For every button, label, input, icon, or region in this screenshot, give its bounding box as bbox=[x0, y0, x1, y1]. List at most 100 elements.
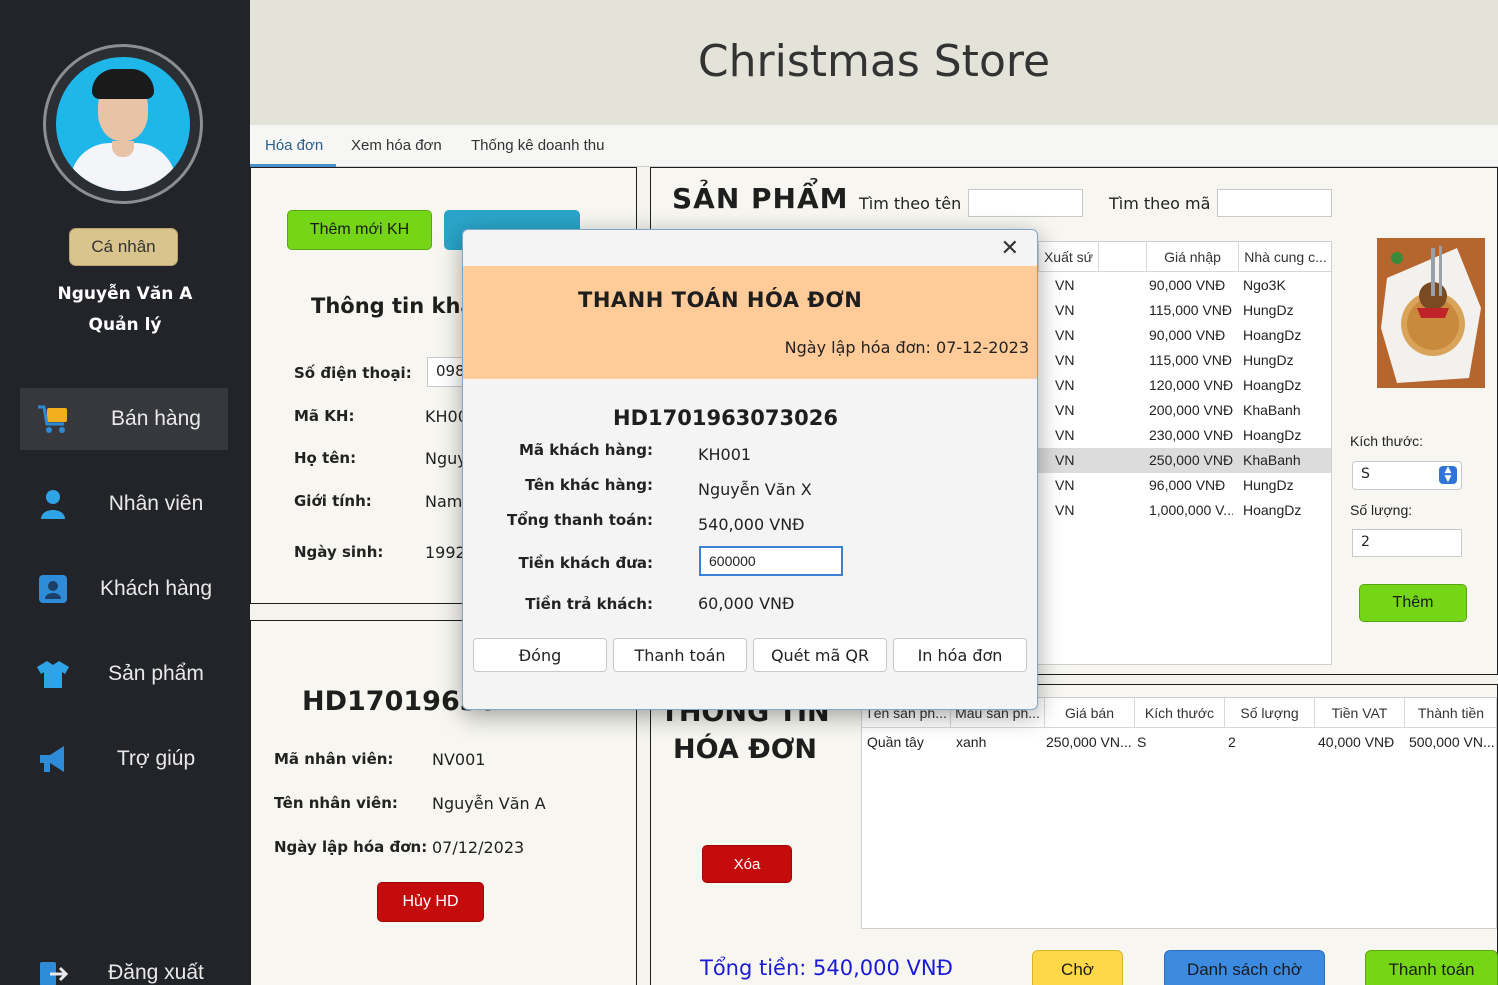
add-product-button[interactable]: Thêm bbox=[1359, 584, 1467, 622]
column-header[interactable]: Giá bán bbox=[1045, 698, 1135, 728]
customer-id-label: Mã KH: bbox=[294, 407, 355, 425]
employee-name-label: Tên nhân viên: bbox=[274, 794, 398, 812]
logout-icon bbox=[40, 962, 69, 985]
sidebar-item-employees[interactable]: Nhân viên bbox=[20, 473, 228, 535]
column-header[interactable]: Thành tiền bbox=[1405, 698, 1496, 728]
sidebar-item-customers[interactable]: Khách hàng bbox=[20, 558, 228, 620]
cell-supplier: KhaBanh bbox=[1243, 452, 1301, 468]
cell-sale-price: 250,000 VN... bbox=[1046, 734, 1132, 750]
shirt-icon bbox=[37, 661, 69, 688]
cell-supplier: HoangDz bbox=[1243, 377, 1302, 393]
print-invoice-button[interactable]: In hóa đơn bbox=[893, 638, 1027, 672]
contact-card-icon bbox=[39, 575, 67, 603]
cart-icon bbox=[38, 405, 67, 433]
column-header[interactable]: Giá nhập bbox=[1147, 242, 1239, 272]
checkout-button[interactable]: Thanh toán bbox=[1365, 950, 1498, 985]
quantity-field[interactable]: 2 bbox=[1352, 529, 1462, 557]
dialog-title: THANH TOÁN HÓA ĐƠN bbox=[578, 288, 863, 312]
sidebar-item-sales[interactable]: Bán hàng bbox=[20, 388, 228, 450]
user-role: Quản lý bbox=[88, 315, 162, 335]
employee-id-label: Mã nhân viên: bbox=[274, 750, 394, 768]
cell-color: xanh bbox=[956, 734, 987, 750]
customer-id-label: Mã khách hàng: bbox=[518, 441, 653, 459]
tab-view-invoices[interactable]: Xem hóa đơn bbox=[351, 137, 442, 154]
cash-given-input[interactable]: 600000 bbox=[699, 546, 843, 576]
add-customer-button[interactable]: Thêm mới KH bbox=[287, 210, 432, 250]
dob-label: Ngày sinh: bbox=[294, 543, 384, 561]
column-header[interactable]: Kích thước bbox=[1135, 698, 1225, 728]
column-header[interactable]: Xuất sứ bbox=[1039, 242, 1099, 272]
column-header[interactable]: Nhà cung c... bbox=[1239, 242, 1331, 272]
cell-origin: VN bbox=[1055, 352, 1075, 368]
change-value: 60,000 VNĐ bbox=[698, 594, 795, 613]
products-heading: SẢN PHẨM bbox=[672, 182, 849, 215]
search-code-input[interactable] bbox=[1217, 189, 1332, 217]
sidebar-item-label: Sản phẩm bbox=[108, 662, 204, 685]
gender-value: Nam bbox=[425, 492, 463, 511]
cell-product-name: Quần tây bbox=[867, 734, 924, 750]
hold-button[interactable]: Chờ bbox=[1032, 950, 1123, 985]
column-header[interactable] bbox=[1099, 242, 1147, 272]
cell-supplier: Ngo3K bbox=[1243, 277, 1286, 293]
sidebar-item-products[interactable]: Sản phẩm bbox=[20, 643, 228, 705]
cell-supplier: HungDz bbox=[1243, 352, 1294, 368]
cell-supplier: HoangDz bbox=[1243, 502, 1302, 518]
page-title: Christmas Store bbox=[697, 36, 1051, 87]
dialog-invoice-number: HD1701963073026 bbox=[613, 406, 838, 430]
scan-qr-button[interactable]: Quét mã QR bbox=[753, 638, 887, 672]
tab-invoice[interactable]: Hóa đơn bbox=[265, 137, 323, 154]
cell-price: 120,000 VNĐ bbox=[1149, 377, 1234, 393]
product-image bbox=[1377, 238, 1485, 388]
total-payment-value: 540,000 VNĐ bbox=[698, 515, 805, 534]
size-value: S bbox=[1361, 466, 1370, 482]
pay-button[interactable]: Thanh toán bbox=[613, 638, 747, 672]
cell-price: 115,000 VNĐ bbox=[1149, 352, 1233, 368]
cell-vat: 40,000 VNĐ bbox=[1318, 734, 1395, 750]
column-header[interactable]: Tiền VAT bbox=[1315, 698, 1405, 728]
cell-origin: VN bbox=[1055, 377, 1075, 393]
change-label: Tiền trả khách: bbox=[525, 595, 653, 613]
dialog-banner bbox=[463, 266, 1037, 379]
cell-size: S bbox=[1137, 734, 1147, 750]
person-icon bbox=[41, 490, 65, 519]
search-name-input[interactable] bbox=[968, 189, 1083, 217]
cancel-invoice-button[interactable]: Hủy HD bbox=[377, 882, 484, 922]
sidebar-item-label: Trợ giúp bbox=[116, 747, 196, 770]
cell-origin: VN bbox=[1055, 502, 1075, 518]
invoice-detail-heading-2: HÓA ĐƠN bbox=[673, 734, 817, 765]
sidebar-item-label: Đăng xuất bbox=[108, 961, 204, 984]
cell-origin: VN bbox=[1055, 477, 1075, 493]
close-dialog-button[interactable]: Đóng bbox=[473, 638, 607, 672]
user-name: Nguyễn Văn A bbox=[57, 284, 193, 304]
size-label: Kích thước: bbox=[1350, 433, 1424, 449]
sidebar-item-logout[interactable]: Đăng xuất bbox=[20, 942, 228, 985]
sidebar-item-label: Khách hàng bbox=[99, 577, 213, 600]
quantity-label: Số lượng: bbox=[1350, 502, 1413, 518]
delete-item-button[interactable]: Xóa bbox=[702, 845, 792, 883]
invoice-items-table[interactable]: Tên sản ph... Màu sản ph... Giá bán Kích… bbox=[861, 697, 1497, 929]
total-payment-label: Tổng thanh toán: bbox=[506, 511, 653, 529]
cell-price: 1,000,000 V... bbox=[1149, 502, 1233, 518]
customer-id-value: KH001 bbox=[698, 445, 752, 464]
close-icon[interactable]: ✕ bbox=[1001, 236, 1019, 261]
size-select[interactable]: S ▲ ▼ bbox=[1352, 461, 1462, 490]
profile-button[interactable]: Cá nhân bbox=[69, 228, 178, 266]
name-label: Họ tên: bbox=[294, 449, 357, 467]
wait-list-button[interactable]: Danh sách chờ bbox=[1164, 950, 1325, 985]
sidebar-item-help[interactable]: Trợ giúp bbox=[20, 728, 228, 790]
cell-supplier: HoangDz bbox=[1243, 327, 1302, 343]
cell-origin: VN bbox=[1055, 302, 1075, 318]
tab-bar: Hóa đơn Xem hóa đơn Thống kê doanh thu bbox=[250, 125, 1498, 167]
employee-name-value: Nguyễn Văn A bbox=[432, 794, 546, 813]
cell-origin: VN bbox=[1055, 402, 1075, 418]
cash-given-label: Tiền khách đưa: bbox=[518, 554, 653, 572]
avatar bbox=[43, 44, 203, 204]
cell-origin: VN bbox=[1055, 427, 1075, 443]
column-header[interactable]: Số lượng bbox=[1225, 698, 1315, 728]
customer-name-value: Nguyễn Văn X bbox=[698, 480, 812, 499]
search-name-label: Tìm theo tên bbox=[859, 194, 962, 213]
cell-origin: VN bbox=[1055, 327, 1075, 343]
cell-price: 90,000 VNĐ bbox=[1149, 327, 1226, 343]
tab-revenue-stats[interactable]: Thống kê doanh thu bbox=[471, 137, 604, 154]
cell-line-total: 500,000 VN... bbox=[1409, 734, 1495, 750]
